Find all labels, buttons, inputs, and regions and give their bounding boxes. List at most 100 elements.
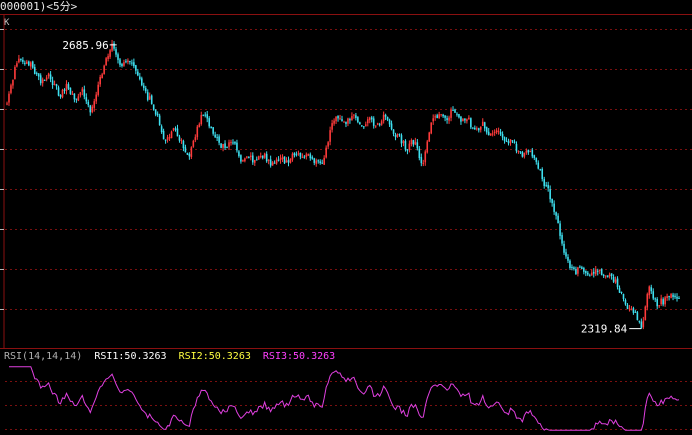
candle[interactable]: [489, 133, 492, 136]
candle[interactable]: [515, 141, 518, 154]
candle[interactable]: [521, 150, 524, 158]
candle[interactable]: [424, 150, 427, 166]
candle[interactable]: [246, 156, 248, 159]
candle[interactable]: [610, 273, 613, 280]
candle[interactable]: [464, 118, 466, 124]
candle[interactable]: [565, 248, 567, 259]
candle[interactable]: [137, 68, 139, 77]
candle[interactable]: [511, 140, 514, 144]
candle[interactable]: [168, 133, 171, 142]
candle[interactable]: [289, 158, 292, 164]
candle[interactable]: [351, 112, 353, 121]
candle[interactable]: [414, 137, 417, 146]
candle[interactable]: [269, 155, 272, 168]
candle[interactable]: [123, 59, 125, 67]
candle[interactable]: [418, 146, 421, 161]
candle[interactable]: [101, 72, 103, 79]
candle[interactable]: [99, 74, 101, 87]
candle[interactable]: [549, 185, 551, 203]
candle[interactable]: [660, 294, 662, 306]
candle[interactable]: [624, 298, 627, 306]
candle[interactable]: [662, 297, 664, 307]
candle[interactable]: [384, 113, 387, 121]
candle[interactable]: [386, 116, 389, 122]
candle[interactable]: [380, 119, 383, 126]
candle[interactable]: [186, 152, 189, 156]
candle[interactable]: [31, 60, 34, 69]
candle[interactable]: [232, 139, 234, 145]
candle[interactable]: [295, 151, 298, 157]
candle[interactable]: [583, 266, 585, 275]
candle[interactable]: [273, 160, 276, 164]
candle[interactable]: [164, 139, 167, 144]
candle[interactable]: [95, 91, 98, 105]
candle[interactable]: [109, 48, 111, 59]
candle[interactable]: [581, 265, 583, 270]
candle[interactable]: [135, 64, 137, 75]
candle[interactable]: [220, 143, 222, 149]
candle[interactable]: [117, 52, 119, 64]
candle[interactable]: [493, 129, 496, 136]
candle[interactable]: [561, 232, 563, 246]
candle[interactable]: [24, 60, 26, 66]
candle[interactable]: [206, 110, 209, 123]
candle[interactable]: [319, 159, 322, 165]
candle[interactable]: [196, 124, 199, 140]
candle[interactable]: [432, 114, 434, 125]
candle[interactable]: [497, 127, 500, 135]
candle[interactable]: [226, 146, 228, 149]
candle[interactable]: [472, 127, 474, 130]
candle[interactable]: [370, 115, 373, 123]
candle[interactable]: [22, 57, 24, 65]
candle[interactable]: [672, 292, 674, 301]
candle[interactable]: [594, 265, 597, 277]
candle[interactable]: [440, 113, 442, 117]
candle[interactable]: [664, 296, 666, 307]
candle[interactable]: [248, 156, 250, 159]
candle[interactable]: [119, 57, 121, 68]
candle[interactable]: [131, 59, 133, 66]
candle[interactable]: [311, 155, 314, 160]
candle[interactable]: [557, 213, 559, 224]
candle[interactable]: [12, 79, 14, 89]
candle[interactable]: [604, 275, 607, 279]
candle[interactable]: [75, 98, 78, 103]
candle[interactable]: [222, 143, 224, 152]
candle[interactable]: [587, 270, 589, 277]
candle[interactable]: [192, 139, 195, 148]
candle[interactable]: [28, 60, 30, 67]
candle[interactable]: [632, 306, 635, 315]
candle[interactable]: [355, 112, 357, 121]
candle[interactable]: [547, 181, 549, 192]
candle[interactable]: [442, 113, 444, 118]
candle[interactable]: [602, 273, 605, 278]
candle[interactable]: [501, 131, 504, 141]
candle[interactable]: [271, 160, 274, 166]
candle[interactable]: [674, 293, 676, 299]
candle[interactable]: [329, 126, 331, 146]
candle[interactable]: [83, 85, 86, 100]
candle[interactable]: [636, 310, 639, 321]
candle[interactable]: [198, 122, 201, 128]
candle[interactable]: [382, 111, 385, 124]
candle[interactable]: [376, 122, 379, 126]
candle[interactable]: [628, 304, 631, 312]
candle[interactable]: [234, 141, 236, 145]
candle[interactable]: [43, 79, 46, 81]
candle[interactable]: [513, 139, 516, 144]
candle[interactable]: [285, 157, 288, 163]
candle[interactable]: [208, 116, 210, 129]
candle[interactable]: [129, 60, 131, 65]
candle[interactable]: [668, 295, 670, 301]
candle[interactable]: [551, 198, 553, 207]
candle[interactable]: [20, 58, 22, 62]
candle[interactable]: [204, 112, 207, 118]
candle[interactable]: [178, 134, 181, 143]
candle[interactable]: [368, 116, 371, 124]
candle[interactable]: [146, 89, 149, 102]
candle[interactable]: [57, 85, 60, 97]
candle[interactable]: [499, 128, 502, 136]
candle[interactable]: [218, 134, 220, 146]
candlestick-series[interactable]: [6, 39, 680, 330]
candle[interactable]: [69, 87, 72, 95]
